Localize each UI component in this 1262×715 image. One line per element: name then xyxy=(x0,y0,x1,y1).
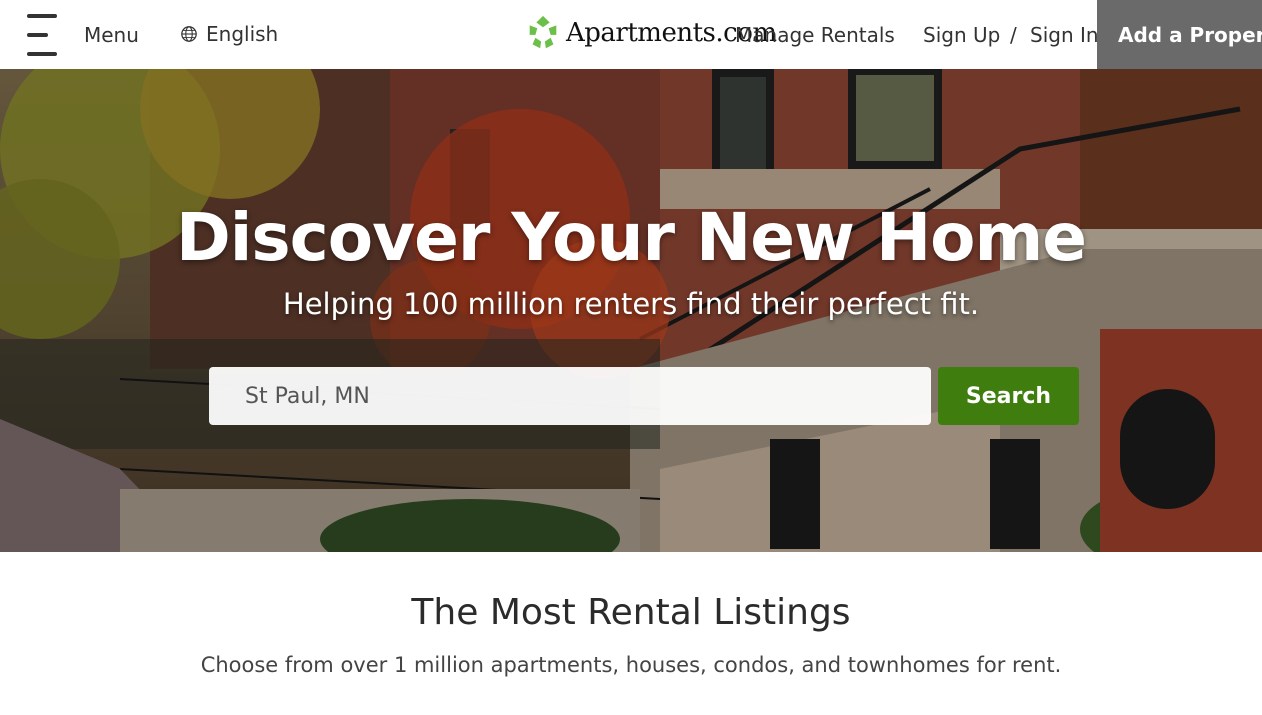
location-search-input[interactable] xyxy=(209,367,931,425)
nav-separator: / xyxy=(1010,23,1017,47)
language-label: English xyxy=(206,22,279,46)
apartments-logo-icon xyxy=(529,15,557,49)
search-button[interactable]: Search xyxy=(938,367,1079,425)
manage-rentals-link[interactable]: Manage Rentals xyxy=(735,23,895,47)
language-selector[interactable]: English xyxy=(180,22,278,46)
hero-subtitle: Helping 100 million renters find their p… xyxy=(282,287,980,321)
hero-section: Discover Your New Home Helping 100 milli… xyxy=(0,69,1262,552)
sign-up-link[interactable]: Sign Up xyxy=(923,23,1000,47)
globe-icon xyxy=(181,26,197,42)
listings-title: The Most Rental Listings xyxy=(411,592,851,633)
listings-subtitle: Choose from over 1 million apartments, h… xyxy=(200,653,1062,677)
hero-title: Discover Your New Home xyxy=(175,199,1087,276)
site-header: Menu English Apartments.com Manage Renta… xyxy=(0,0,1262,69)
add-property-button[interactable]: Add a Property xyxy=(1097,0,1262,69)
menu-button[interactable]: Menu xyxy=(84,23,139,47)
hamburger-icon[interactable] xyxy=(24,14,60,56)
sign-in-link[interactable]: Sign In xyxy=(1030,23,1099,47)
